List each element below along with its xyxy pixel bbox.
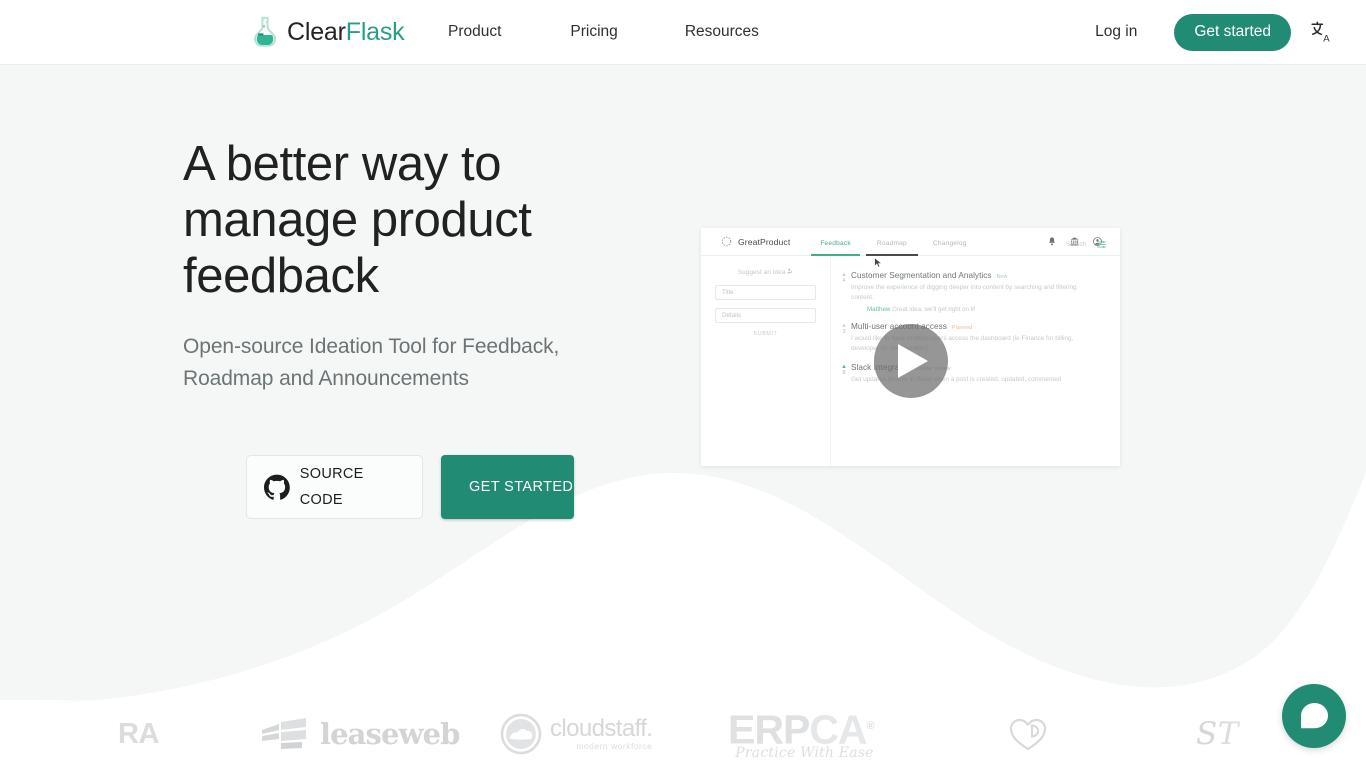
demo-video-panel[interactable]: GreatProduct Feedback Roadmap Changelog <box>701 228 1120 466</box>
chat-bubble-icon <box>1300 702 1328 728</box>
nav-item-resources[interactable]: Resources <box>685 15 759 49</box>
translate-icon: A <box>1311 21 1330 44</box>
demo-search-row: Search <box>1066 240 1106 249</box>
customer-logos: RA leaseweb cloudstaff. modern workforce… <box>0 700 1366 768</box>
logo-leaseweb-text: leaseweb <box>320 717 460 751</box>
demo-submit-button[interactable]: SUBMIT <box>715 331 816 337</box>
demo-post-content: Customer Segmentation and Analytics New … <box>851 271 1106 313</box>
logo-leaseweb: leaseweb <box>262 700 460 768</box>
logo-erpca-registered: ® <box>866 720 875 733</box>
vote-count: 8 <box>842 370 846 376</box>
demo-reply-text: Great idea, we'll get right on it! <box>892 306 976 313</box>
demo-suggest-text: Suggest an idea <box>737 269 786 276</box>
logo-jira: RA <box>118 700 159 768</box>
nav-item-product[interactable]: Product <box>448 15 501 49</box>
hero-section: A better way to manage product feedback … <box>183 136 603 519</box>
demo-vote-control[interactable]: ▲ 8 <box>837 363 851 385</box>
hero-actions: SOURCE CODE GET STARTED <box>246 455 574 519</box>
flask-icon <box>254 16 276 47</box>
status-badge: Planned <box>951 325 973 331</box>
demo-title-input[interactable]: Title <box>715 285 816 300</box>
get-started-button[interactable]: Get started <box>1174 13 1291 51</box>
demo-reply-author: Matthew <box>867 306 891 313</box>
demo-search-label[interactable]: Search <box>1066 241 1086 248</box>
chat-button[interactable] <box>1282 684 1346 748</box>
heart-logo-icon <box>1009 718 1047 751</box>
demo-vote-control[interactable]: ▲ 4 <box>837 271 851 313</box>
demo-suggest-label: Suggest an idea <box>715 268 816 276</box>
brand-text-second: Flask <box>345 17 405 46</box>
demo-tab-changelog[interactable]: Changelog <box>920 228 980 256</box>
vote-count: 4 <box>842 278 846 284</box>
play-button[interactable] <box>873 324 948 398</box>
hero-get-started-button[interactable]: GET STARTED <box>441 455 574 519</box>
person-add-icon <box>787 268 793 274</box>
demo-brand-name: GreatProduct <box>738 236 791 247</box>
primary-nav: Product Pricing Resources <box>448 0 759 64</box>
hero-subtitle: Open-source Ideation Tool for Feedback, … <box>183 335 560 390</box>
logo-cloudstaff-sub: modern workforce <box>576 740 653 751</box>
logo-erpca-sub: Practice With Ease <box>735 744 874 761</box>
leaseweb-mark-icon <box>262 718 306 749</box>
demo-tabs: Feedback Roadmap Changelog <box>807 228 979 256</box>
demo-topbar: GreatProduct Feedback Roadmap Changelog <box>701 228 1120 268</box>
demo-body: Suggest an idea Title Details SUBMIT Sea… <box>701 240 1120 466</box>
demo-suggest-form: Suggest an idea Title Details SUBMIT <box>701 256 831 466</box>
nav-actions: Log in Get started A <box>1095 0 1366 64</box>
navbar: ClearFlask Product Pricing Resources Log… <box>0 0 1366 65</box>
logo-cloudstaff: cloudstaff. modern workforce <box>500 700 653 768</box>
github-icon <box>264 474 290 500</box>
demo-vote-control[interactable]: ▲ 3 <box>837 322 851 354</box>
page-title: A better way to manage product feedback <box>183 137 532 303</box>
logo-st: ST <box>1196 700 1239 768</box>
source-code-label: SOURCE CODE <box>299 466 364 508</box>
demo-post-reply: Matthew Great idea, we'll get right on i… <box>851 306 1106 313</box>
brand-text: ClearFlask <box>287 17 405 47</box>
logo-cloudstaff-text: cloudstaff. <box>550 714 653 742</box>
demo-details-input[interactable]: Details <box>715 308 816 323</box>
dotted-circle-icon <box>721 236 732 247</box>
logo-heart <box>1008 700 1048 768</box>
demo-post-description: Improve the experience of digging deeper… <box>851 284 1077 301</box>
source-code-button[interactable]: SOURCE CODE <box>246 455 423 519</box>
brand-text-first: Clear <box>287 17 346 46</box>
nav-item-pricing[interactable]: Pricing <box>570 15 617 49</box>
logo-erpca-text: ERPCA® <box>728 707 875 750</box>
cloudstaff-mark-icon <box>500 713 542 755</box>
vote-count: 3 <box>842 329 846 335</box>
login-link[interactable]: Log in <box>1095 23 1137 41</box>
language-button[interactable]: A <box>1304 15 1338 49</box>
demo-post-title: Customer Segmentation and Analytics <box>851 271 992 280</box>
status-badge: New <box>996 274 1008 280</box>
brand-logo[interactable]: ClearFlask <box>252 0 405 64</box>
demo-tab-feedback[interactable]: Feedback <box>807 228 864 256</box>
demo-post-item[interactable]: ▲ 4 Customer Segmentation and Analytics … <box>837 271 1106 313</box>
play-icon <box>897 344 928 378</box>
logo-st-text: ST <box>1196 716 1239 752</box>
logo-jira-text: RA <box>118 717 160 750</box>
filter-icon[interactable] <box>1097 240 1106 249</box>
bell-icon[interactable] <box>1048 237 1056 246</box>
logo-erpca: ERPCA® Practice With Ease <box>728 700 875 768</box>
landing-page: ClearFlask Product Pricing Resources Log… <box>0 0 1366 768</box>
svg-text:A: A <box>1323 33 1330 44</box>
demo-tab-roadmap[interactable]: Roadmap <box>864 228 920 256</box>
